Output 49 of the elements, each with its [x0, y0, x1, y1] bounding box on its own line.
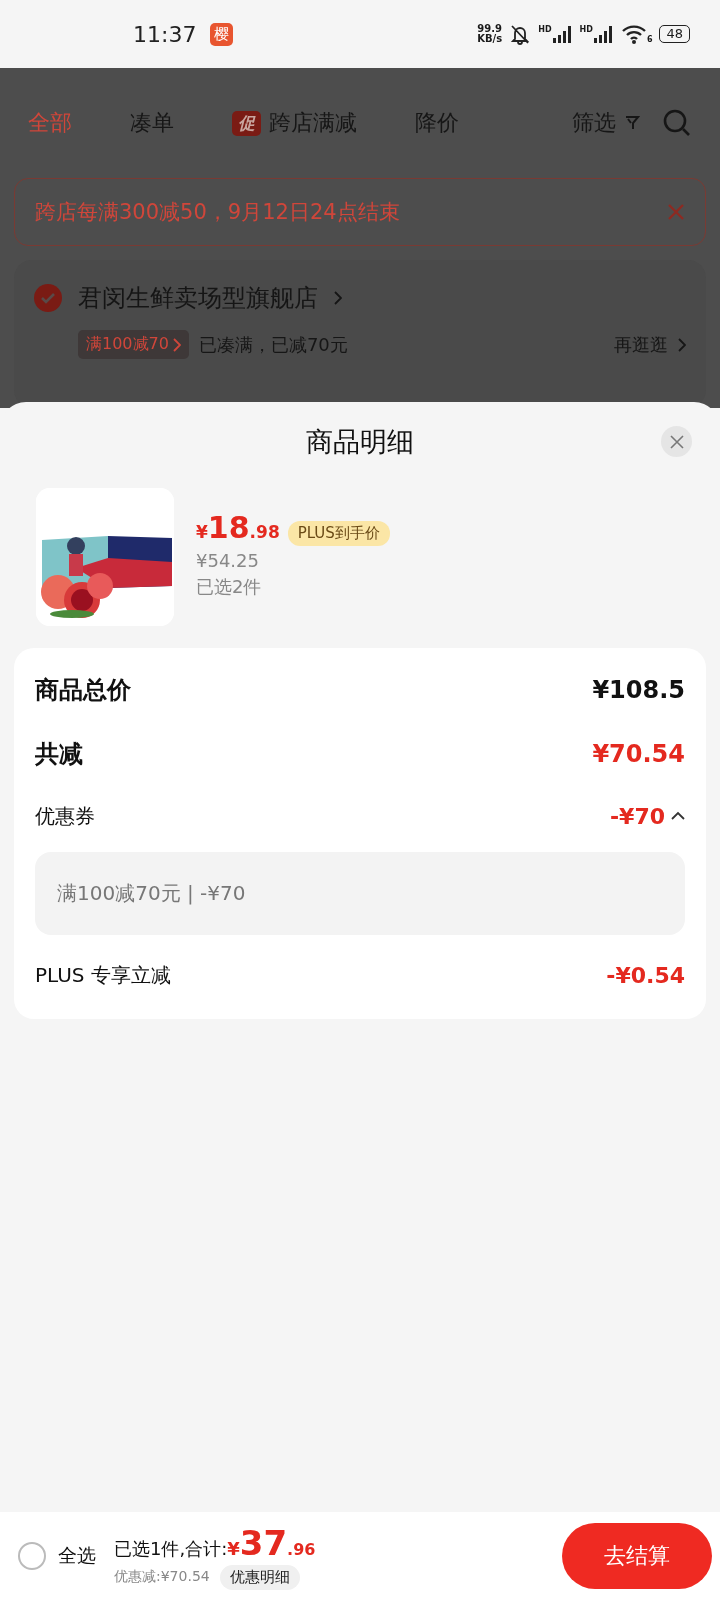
- summary-label: PLUS 专享立减: [35, 961, 171, 989]
- bell-muted-icon: [509, 23, 532, 45]
- filter-tab[interactable]: 全部: [28, 108, 72, 138]
- battery-level: 48: [659, 25, 690, 43]
- wifi-label: 6: [646, 35, 653, 44]
- promo-banner-text: 跨店每满300减50，9月12日24点结束: [35, 199, 401, 226]
- summary-value: ¥108.5: [592, 676, 685, 704]
- select-all-checkbox[interactable]: [18, 1542, 46, 1570]
- total-label: 已选1件,合计:: [114, 1536, 228, 1561]
- network-speed-unit: KB/s: [477, 34, 503, 44]
- app-notification-badge: 樱: [210, 22, 234, 46]
- clock-time: 11:37: [133, 21, 197, 47]
- selected-quantity: 已选2件: [196, 575, 263, 599]
- filter-button[interactable]: 筛选: [572, 108, 640, 138]
- close-button[interactable]: [661, 426, 692, 457]
- chevron-right-icon: [172, 337, 181, 352]
- discount-details-button[interactable]: 优惠明细: [219, 1564, 300, 1590]
- summary-label: 优惠券: [35, 802, 95, 830]
- store-checkbox[interactable]: [34, 284, 62, 312]
- original-price: ¥54.25: [196, 550, 260, 571]
- signal-icon: [552, 25, 573, 43]
- summary-value: -¥0.54: [606, 962, 685, 988]
- chevron-right-icon: [334, 291, 342, 305]
- signal-icon: [593, 25, 614, 43]
- total-price: ¥37.96: [227, 1522, 316, 1563]
- search-icon[interactable]: [662, 108, 692, 138]
- close-icon[interactable]: [667, 203, 685, 221]
- price-tag: PLUS到手价: [287, 521, 390, 546]
- promo-badge: 促: [232, 110, 261, 136]
- filter-icon: [624, 114, 640, 132]
- promo-tag[interactable]: 满100减70: [78, 330, 189, 359]
- checkout-button[interactable]: 去结算: [562, 1523, 712, 1589]
- discount-total: 优惠减:¥70.54: [114, 1568, 210, 1586]
- summary-label: 商品总价: [35, 675, 131, 706]
- product-price: ¥18.98: [196, 510, 280, 545]
- filter-tab[interactable]: 降价: [415, 108, 459, 138]
- wifi-icon: [620, 24, 647, 44]
- sheet-title: 商品明细: [306, 425, 414, 459]
- close-icon: [669, 434, 684, 449]
- network-type-label: HD: [538, 25, 552, 34]
- summary-value: ¥70.54: [592, 740, 685, 768]
- network-type-label: HD: [579, 25, 593, 34]
- coupon-detail: 满100减70元 | -¥70: [35, 852, 685, 935]
- summary-label: 共减: [35, 739, 83, 770]
- chevron-right-icon: [678, 337, 686, 352]
- coupon-toggle[interactable]: -¥70: [609, 803, 685, 829]
- network-speed: 99.9: [477, 24, 503, 34]
- checkmark-icon: [40, 292, 56, 304]
- select-all-label[interactable]: 全选: [58, 1543, 96, 1569]
